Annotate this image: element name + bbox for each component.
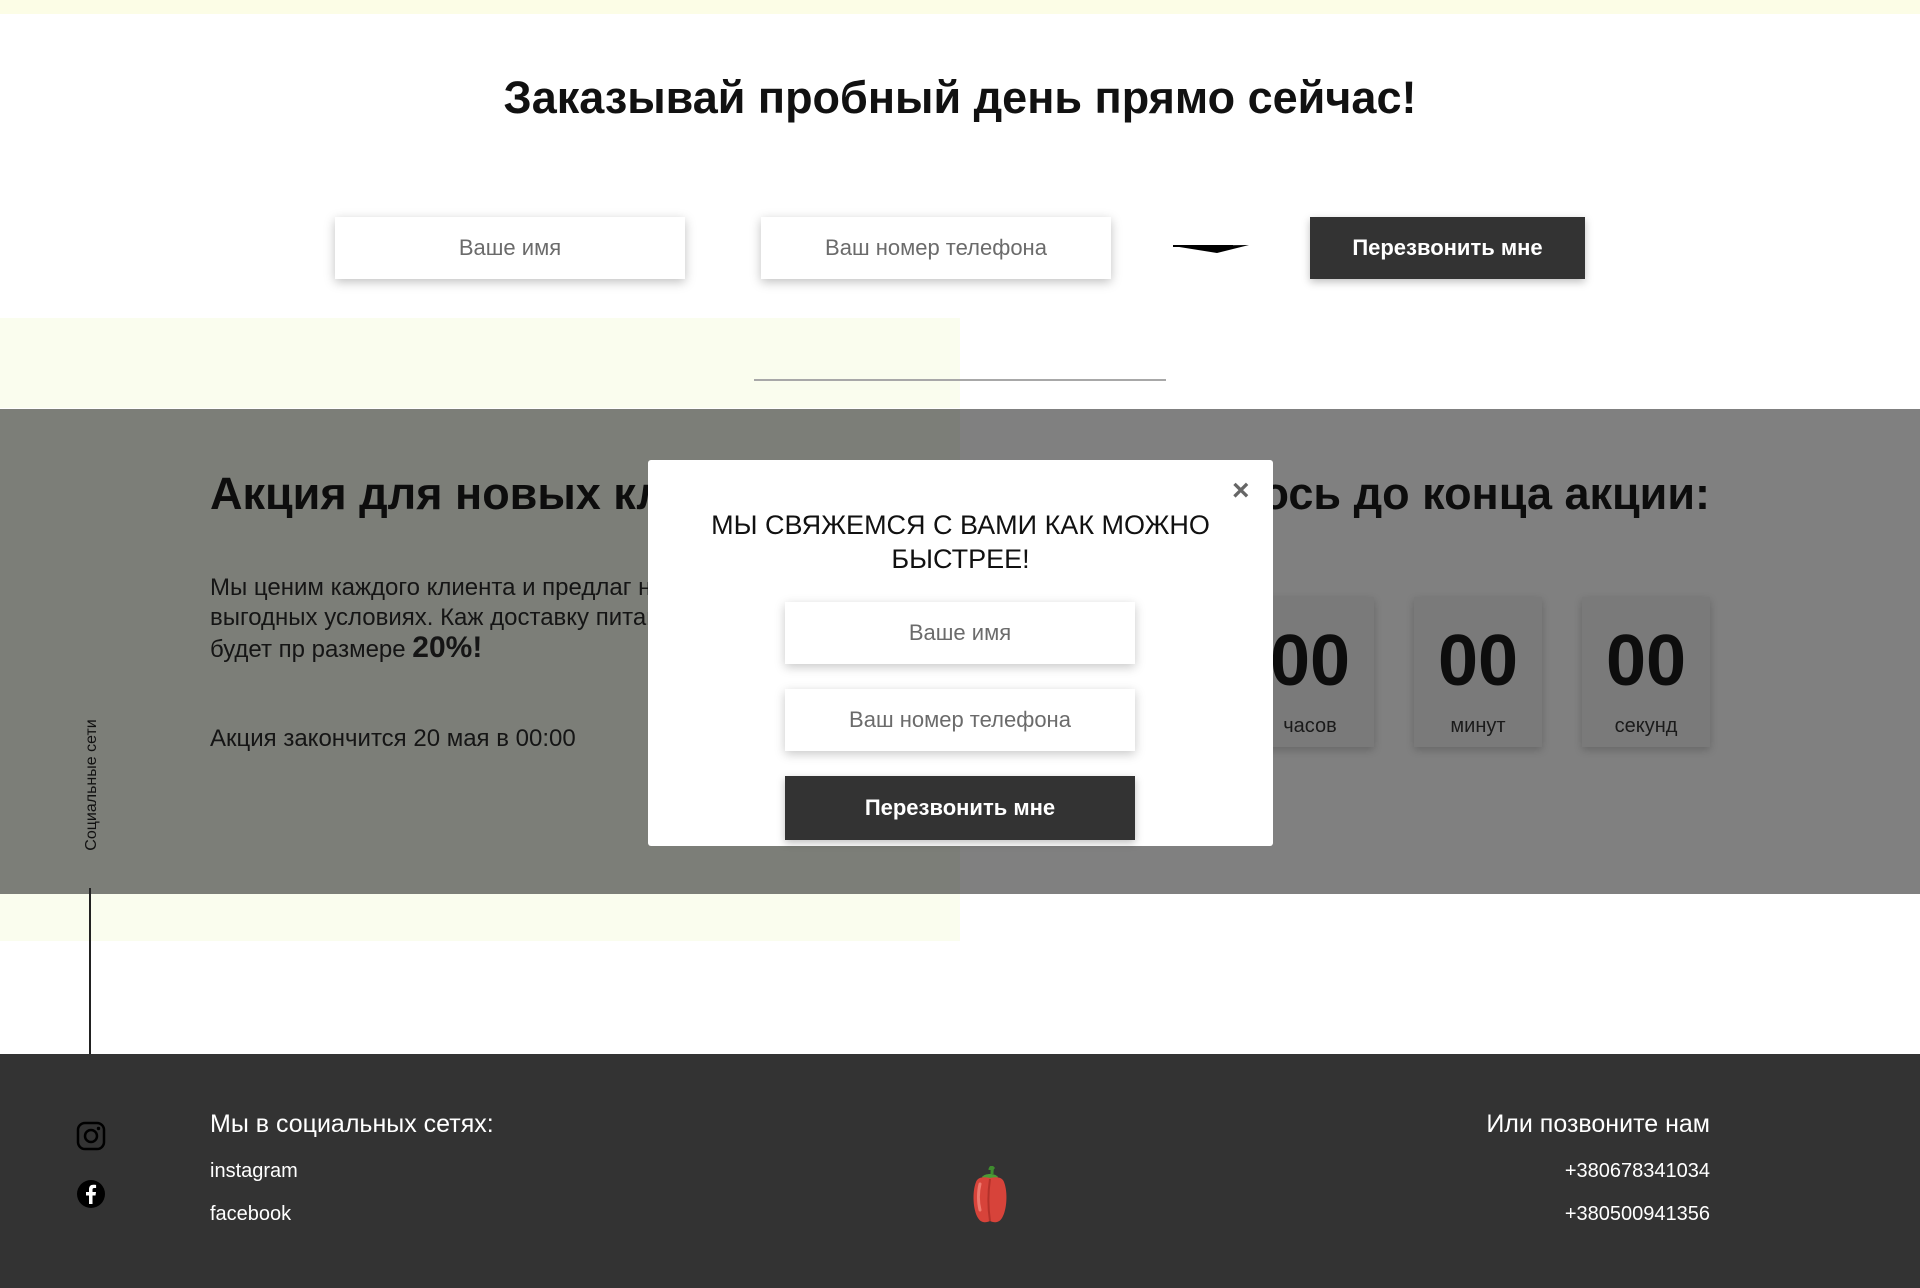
- callback-button[interactable]: Перезвонить мне: [1310, 217, 1585, 279]
- instagram-icon[interactable]: [76, 1121, 106, 1151]
- footer-phone-1[interactable]: +380678341034: [1565, 1160, 1710, 1183]
- promo-end-date: Акция закончится 20 мая в 00:00: [210, 725, 576, 752]
- order-title: Заказывай пробный день прямо сейчас!: [503, 72, 1417, 123]
- footer-phone-2[interactable]: +380500941356: [1565, 1203, 1710, 1226]
- footer-facebook-link[interactable]: facebook: [210, 1203, 291, 1226]
- name-placeholder: Ваше имя: [458, 235, 562, 260]
- decor-block: [0, 318, 960, 408]
- pepper-icon: [973, 1166, 1007, 1223]
- name-input[interactable]: Ваше имя: [335, 217, 685, 279]
- footer-instagram-link[interactable]: instagram: [210, 1160, 298, 1183]
- timer-seconds-label: секунд: [1614, 715, 1678, 737]
- arrow-right-icon: [1173, 245, 1249, 253]
- modal-name-input[interactable]: Ваше имя: [785, 602, 1135, 664]
- promo-discount: 20%!: [412, 631, 483, 664]
- modal-phone-placeholder: Ваш номер телефона: [849, 707, 1071, 732]
- modal-phone-input[interactable]: Ваш номер телефона: [785, 689, 1135, 751]
- side-social-label: Социальные сети: [83, 719, 100, 851]
- close-icon[interactable]: ×: [1232, 476, 1250, 506]
- phone-placeholder: Ваш номер телефона: [825, 235, 1047, 260]
- phone-input[interactable]: Ваш номер телефона: [761, 217, 1111, 279]
- modal-name-placeholder: Ваше имя: [908, 620, 1012, 645]
- modal-callback-button[interactable]: Перезвонить мне: [785, 776, 1135, 840]
- footer-call-heading: Или позвоните нам: [1486, 1110, 1710, 1138]
- facebook-icon[interactable]: [76, 1179, 106, 1209]
- divider: [754, 379, 1166, 381]
- timer-seconds-value: 00: [1605, 621, 1687, 701]
- timer-seconds: 00 секунд: [1582, 597, 1710, 747]
- promo-title: Акция для новых кли: [210, 468, 693, 519]
- timer-minutes-label: минут: [1450, 715, 1506, 737]
- timer-minutes: 00 минут: [1414, 597, 1542, 747]
- footer-social-heading: Мы в социальных сетях:: [210, 1110, 494, 1138]
- modal-title: Мы свяжемся с вами как можно быстрее!: [711, 510, 1210, 574]
- timer-minutes-value: 00: [1437, 621, 1519, 701]
- top-strip: [0, 0, 1920, 14]
- decor-block-bottom: [0, 894, 960, 941]
